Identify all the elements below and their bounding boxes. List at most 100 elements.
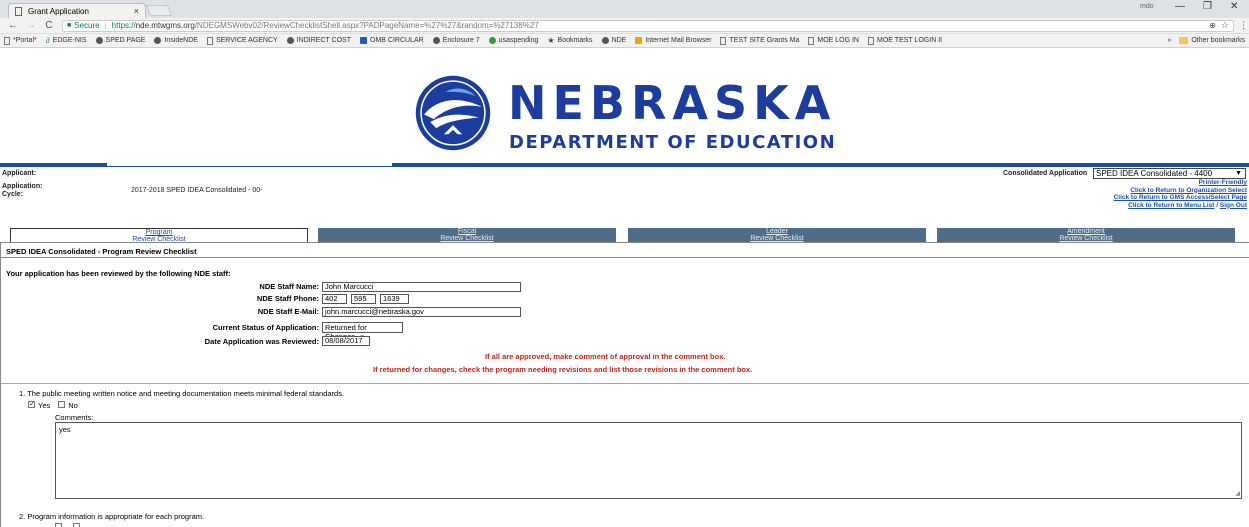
comments-text: yes: [59, 425, 71, 434]
bookmark-item[interactable]: TEST SITE Grants Ma: [720, 36, 800, 45]
bookmark-item[interactable]: SERVICE AGENCY: [206, 36, 278, 45]
question-2-text: 2. Program information is appropriate fo…: [19, 512, 205, 521]
header-divider-notch: [107, 163, 392, 167]
bookmarks-right: » Other bookmarks: [1167, 37, 1245, 44]
staff-name-field[interactable]: John Marcucci: [322, 282, 521, 292]
page-icon: [868, 36, 874, 45]
restore-icon[interactable]: ❐: [1203, 1, 1212, 12]
url-host: nde.mtwgms.org: [135, 21, 195, 30]
bookmark-item[interactable]: ∂ EDGE-NIS: [46, 36, 87, 45]
cycle-value: 2017-2018 SPED IDEA Consolidated - 00-: [131, 187, 263, 194]
minimize-icon[interactable]: —: [1175, 1, 1185, 12]
bookmarks-overflow-icon[interactable]: »: [1167, 37, 1171, 44]
close-window-icon[interactable]: ✕: [1230, 1, 1238, 12]
yes-option[interactable]: Yes: [28, 401, 50, 410]
browser-tab[interactable]: Grant Application ×: [8, 3, 146, 18]
status-select[interactable]: Returned for Changes▼: [322, 322, 403, 341]
forward-icon[interactable]: →: [26, 20, 36, 31]
staff-name-label: NDE Staff Name:: [259, 282, 319, 291]
reload-icon[interactable]: C: [44, 20, 54, 31]
phone-line-field[interactable]: 1639: [380, 294, 409, 304]
bookmark-label: InsideNDE: [164, 37, 198, 44]
folder-icon: [1179, 37, 1189, 44]
bookmark-label: TEST SITE Grants Ma: [729, 37, 800, 44]
yes-checkbox[interactable]: [28, 401, 35, 408]
bookmark-star-icon[interactable]: ☆: [1221, 20, 1229, 31]
profile-name[interactable]: mdo: [1140, 3, 1154, 10]
bookmark-item[interactable]: ★ Bookmarks: [547, 36, 592, 45]
secure-label: Secure: [74, 21, 100, 30]
bookmark-item[interactable]: *Portal*: [4, 36, 37, 45]
program-checkbox[interactable]: [55, 523, 62, 527]
bookmark-item[interactable]: OMB CIRCULAR: [360, 37, 424, 44]
site-title: NEBRASKA: [508, 76, 837, 130]
bookmark-label: NDE: [611, 37, 627, 44]
bookmark-item[interactable]: SPED PAGE: [95, 37, 145, 44]
bookmarks-bar: *Portal* ∂ EDGE-NIS SPED PAGE InsideNDE S…: [0, 34, 1249, 48]
phone-area-field[interactable]: 402: [322, 294, 347, 304]
consolidated-select[interactable]: SPED IDEA Consolidated - 4400 ▼: [1093, 168, 1246, 179]
bookmark-item[interactable]: NDE: [601, 37, 627, 44]
chevron-down-icon: ▼: [1235, 170, 1242, 177]
tab-program-review[interactable]: Program Review Checklist: [10, 228, 308, 242]
tab-close-icon[interactable]: ×: [134, 6, 139, 16]
star-icon: ★: [547, 36, 555, 45]
bookmark-item[interactable]: MOE TEST LOGIN II: [868, 36, 942, 45]
tab-title: Grant Application: [28, 6, 89, 16]
checklist-content: SPED IDEA Consolidated - Program Review …: [0, 242, 1249, 527]
bookmark-label: INDIRECT COST: [296, 37, 352, 44]
site-subtitle: DEPARTMENT OF EDUCATION: [509, 132, 837, 153]
zoom-icon[interactable]: ⊕: [1209, 21, 1216, 30]
url-input[interactable]: ■ Secure | https:// nde.mtwgms.org /NDEG…: [62, 19, 1234, 32]
bookmark-item[interactable]: INDIRECT COST: [286, 37, 352, 44]
no-checkbox[interactable]: [58, 401, 66, 408]
program-checkbox[interactable]: [73, 523, 80, 527]
staff-phone-label: NDE Staff Phone:: [256, 294, 319, 303]
globe-icon: [154, 37, 162, 44]
tab-amendment-review[interactable]: Amendment Review Checklist: [937, 228, 1235, 242]
nebraska-seal-logo: [415, 75, 491, 151]
globe-icon: [432, 37, 440, 44]
yes-label: Yes: [38, 401, 51, 410]
bookmark-label: *Portal*: [13, 37, 37, 44]
url-protocol: https://: [111, 21, 136, 30]
url-separator: |: [104, 21, 107, 30]
phone-prefix-field[interactable]: 595: [351, 294, 376, 304]
bookmark-label: Enclosure 7: [442, 37, 480, 44]
link-icon: ∂: [45, 36, 50, 45]
review-date-field[interactable]: 08/08/2017: [322, 336, 370, 346]
other-bookmarks[interactable]: Other bookmarks: [1191, 37, 1245, 44]
page-icon: [720, 36, 727, 45]
bookmark-item[interactable]: Internet Mail Browser: [635, 37, 711, 44]
header-divider: [0, 163, 1249, 167]
blue-icon: [360, 37, 368, 44]
address-bar-row: ← → C ■ Secure | https:// nde.mtwgms.org…: [0, 18, 1249, 34]
gms-access-link[interactable]: Click to Return to GMS Access/Select Pag…: [1114, 194, 1247, 201]
applicant-info: Applicant: Application: Cycle: 2017-2018…: [0, 168, 1249, 219]
back-icon[interactable]: ←: [8, 20, 18, 31]
no-option[interactable]: No: [58, 401, 78, 410]
staff-email-field[interactable]: john.marcucci@nebraska.gov: [322, 307, 521, 317]
org-select-link[interactable]: Click to Return to Organization Select: [1130, 187, 1247, 194]
bookmark-item[interactable]: MOE LOG IN: [808, 36, 859, 45]
bookmark-item[interactable]: usaspending: [488, 37, 539, 44]
comments-textarea[interactable]: yes ◢: [55, 422, 1242, 499]
bookmark-label: Bookmarks: [557, 37, 593, 44]
printer-friendly-link[interactable]: Printer-Friendly: [1199, 179, 1247, 186]
question-1-text: 1. The public meeting written notice and…: [19, 389, 345, 398]
divider: [1, 383, 1249, 384]
menu-icon[interactable]: ⋮: [1239, 20, 1248, 31]
nav-links: Printer-Friendly Click to Return to Orga…: [1114, 179, 1247, 209]
bookmark-item[interactable]: InsideNDE: [154, 37, 198, 44]
sign-out-link[interactable]: Sign Out: [1220, 202, 1247, 209]
tab-fiscal-review[interactable]: Fiscal Review Checklist: [318, 228, 616, 242]
resize-handle-icon[interactable]: ◢: [1235, 490, 1240, 497]
menu-list-link[interactable]: Click to Return to Menu List: [1128, 202, 1214, 209]
approval-instruction: If all are approved, make comment of app…: [485, 352, 726, 361]
bookmark-label: usaspending: [498, 37, 539, 44]
reviewed-by-text: Your application has been reviewed by th…: [6, 269, 231, 278]
tab-leader-review[interactable]: Leader Review Checklist: [628, 228, 926, 242]
bookmark-item[interactable]: Enclosure 7: [432, 37, 480, 44]
new-tab-button[interactable]: [145, 5, 173, 16]
checklist-tabs: Program Review Checklist Fiscal Review C…: [10, 228, 1246, 242]
